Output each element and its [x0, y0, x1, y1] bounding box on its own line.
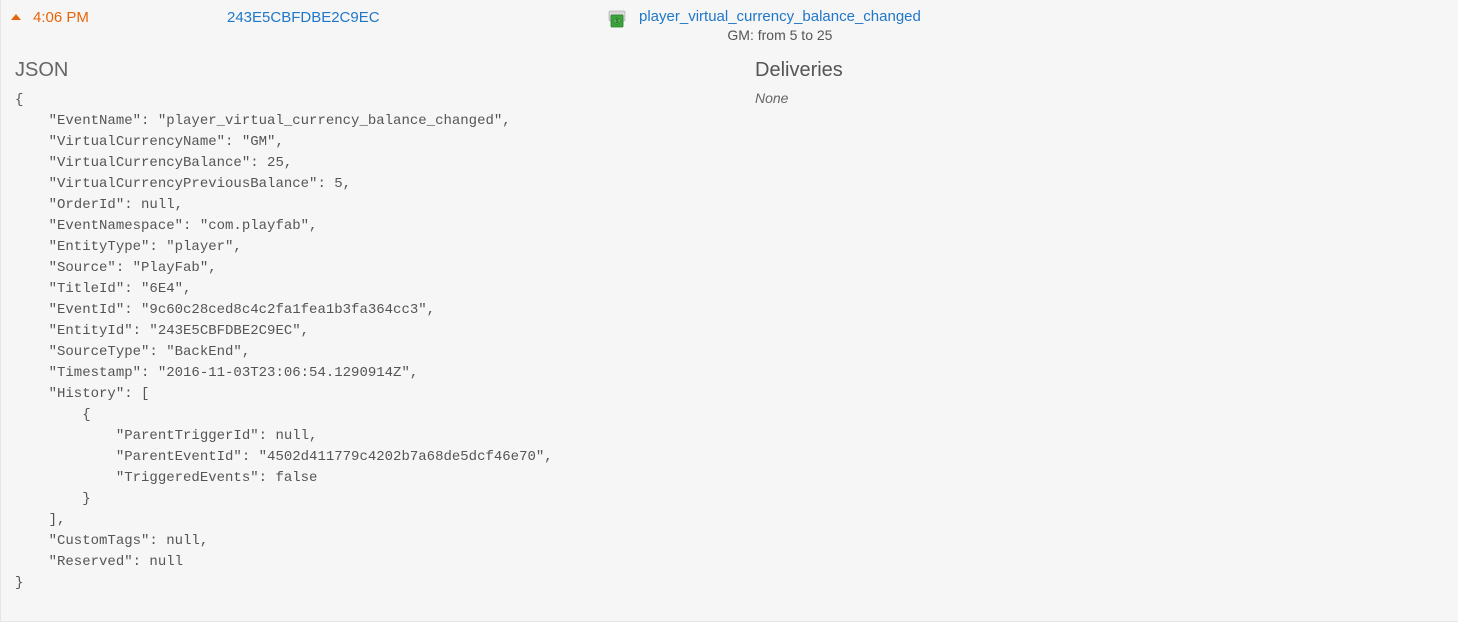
json-line: "History": [: [15, 386, 149, 402]
event-detail-body: JSON { "EventName": "player_virtual_curr…: [1, 45, 1458, 604]
entity-id-cell: 243E5CBFDBE2C9EC: [227, 8, 607, 26]
event-detail-panel: 4:06 PM 243E5CBFDBE2C9EC $ player_virtua…: [0, 0, 1458, 622]
json-line: "EventName": "player_virtual_currency_ba…: [15, 113, 511, 129]
json-line: "EventId": "9c60c28ced8c4c2fa1fea1b3fa36…: [15, 302, 435, 318]
json-line: "SourceType": "BackEnd",: [15, 344, 250, 360]
json-line: "ParentTriggerId": null,: [15, 428, 317, 444]
event-subtitle: GM: from 5 to 25: [639, 27, 921, 43]
event-text-block: player_virtual_currency_balance_changed …: [639, 8, 921, 43]
json-line: }: [15, 575, 23, 591]
event-name-cell: player_virtual_currency_balance_changed: [639, 8, 921, 25]
json-line: "TitleId": "6E4",: [15, 281, 191, 297]
event-row-header: 4:06 PM 243E5CBFDBE2C9EC $ player_virtua…: [1, 0, 1458, 45]
event-time: 4:06 PM: [27, 8, 227, 26]
json-line: {: [15, 407, 91, 423]
currency-event-icon: $: [607, 9, 627, 29]
deliveries-panel: Deliveries None: [755, 45, 1458, 594]
collapse-caret-icon[interactable]: [11, 14, 21, 20]
json-line: "CustomTags": null,: [15, 533, 208, 549]
event-cell: $ player_virtual_currency_balance_change…: [607, 8, 921, 43]
json-line: "Timestamp": "2016-11-03T23:06:54.129091…: [15, 365, 418, 381]
json-line: }: [15, 491, 91, 507]
json-line: "EntityType": "player",: [15, 239, 242, 255]
json-line: "VirtualCurrencyBalance": 25,: [15, 155, 292, 171]
json-line: "Source": "PlayFab",: [15, 260, 217, 276]
entity-id-link[interactable]: 243E5CBFDBE2C9EC: [227, 9, 380, 26]
json-line: "ParentEventId": "4502d411779c4202b7a68d…: [15, 449, 553, 465]
json-line: "VirtualCurrencyPreviousBalance": 5,: [15, 176, 351, 192]
json-panel: JSON { "EventName": "player_virtual_curr…: [15, 45, 755, 594]
json-line: {: [15, 92, 23, 108]
json-line: "OrderId": null,: [15, 197, 183, 213]
json-panel-title: JSON: [15, 59, 755, 82]
row-toggle-cell: [11, 8, 27, 20]
json-line: "TriggeredEvents": false: [15, 470, 317, 486]
json-line: "VirtualCurrencyName": "GM",: [15, 134, 284, 150]
event-name-link[interactable]: player_virtual_currency_balance_changed: [639, 8, 921, 25]
deliveries-panel-title: Deliveries: [755, 59, 1458, 82]
json-line: ],: [15, 512, 65, 528]
json-line: "EventNamespace": "com.playfab",: [15, 218, 317, 234]
deliveries-none-text: None: [755, 90, 1458, 106]
json-content: { "EventName": "player_virtual_currency_…: [15, 90, 755, 594]
json-line: "EntityId": "243E5CBFDBE2C9EC",: [15, 323, 309, 339]
json-line: "Reserved": null: [15, 554, 183, 570]
